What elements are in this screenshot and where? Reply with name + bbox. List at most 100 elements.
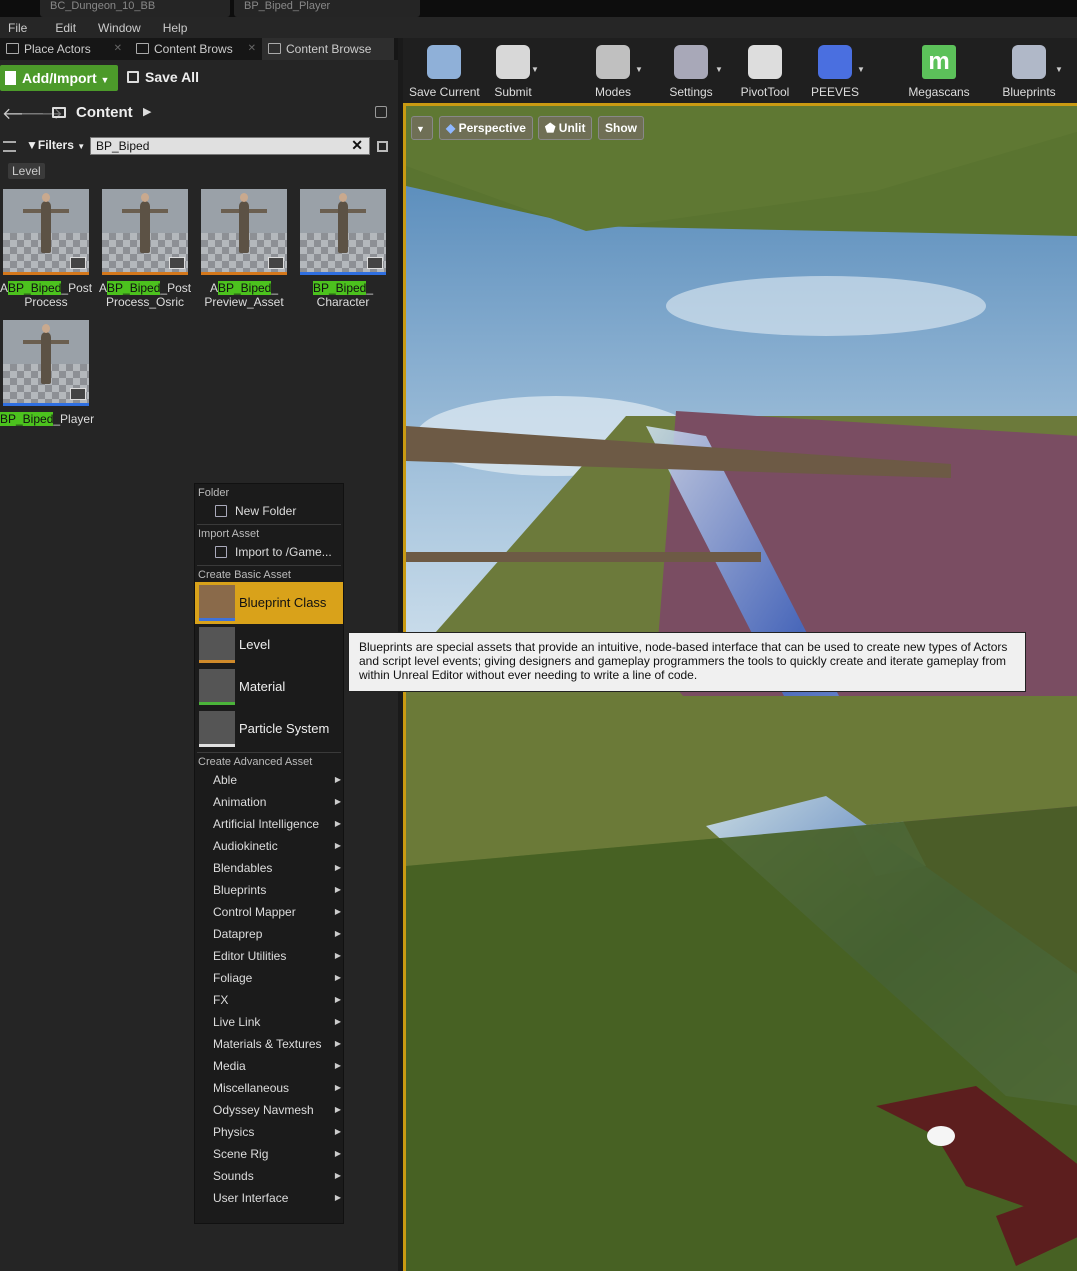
- submenu-arrow-icon: ▶: [334, 841, 341, 850]
- clear-search-icon[interactable]: ✕: [351, 137, 363, 153]
- advanced-category-fx[interactable]: FX ▶: [195, 989, 343, 1011]
- advanced-category-blueprints[interactable]: Blueprints ▶: [195, 879, 343, 901]
- basic-asset-blueprint-class[interactable]: Blueprint Class: [195, 582, 343, 624]
- view-mode-button[interactable]: ⬟ Unlit: [538, 116, 593, 140]
- document-tab-blueprint[interactable]: BP_Biped_Player: [234, 0, 420, 17]
- advanced-category-label: Foliage: [213, 971, 253, 985]
- menu-help[interactable]: Help: [158, 21, 193, 35]
- search-input[interactable]: BP_Biped ✕: [90, 137, 370, 155]
- advanced-category-label: Sounds: [213, 1169, 254, 1183]
- toolbar-button-label: PEEVES: [810, 85, 860, 99]
- asset-label-line2: Process_Osric: [105, 295, 185, 309]
- submenu-arrow-icon: ▶: [334, 995, 341, 1004]
- path-chevron-icon[interactable]: ▶: [143, 105, 151, 118]
- perspective-button[interactable]: ◆ Perspective: [439, 116, 533, 140]
- advanced-category-physics[interactable]: Physics ▶: [195, 1121, 343, 1143]
- import-item[interactable]: Import to /Game...: [195, 541, 343, 563]
- toolbar-button-blueprints[interactable]: ▼ Blueprints: [997, 41, 1063, 99]
- close-icon[interactable]: ✕: [114, 38, 122, 60]
- toolbar-button-peeves[interactable]: ▼ PEEVES: [807, 41, 865, 99]
- asset-tile[interactable]: ABP_Biped_ Preview_Asset: [201, 189, 289, 309]
- viewport-options-button[interactable]: ▼: [411, 116, 433, 140]
- advanced-category-materials-textures[interactable]: Materials & Textures ▶: [195, 1033, 343, 1055]
- sources-toggle-icon[interactable]: [3, 141, 16, 152]
- toolbar-button-submit[interactable]: ▼ Submit: [489, 41, 539, 99]
- basic-asset-label: Material: [239, 679, 286, 694]
- chevron-down-icon[interactable]: ▼: [1055, 65, 1063, 74]
- document-tab-level[interactable]: BC_Dungeon_10_BB: [40, 0, 230, 17]
- advanced-category-foliage[interactable]: Foliage ▶: [195, 967, 343, 989]
- chevron-down-icon[interactable]: ▼: [531, 65, 539, 74]
- basic-asset-material[interactable]: Material: [195, 666, 343, 708]
- advanced-category-scene-rig[interactable]: Scene Rig ▶: [195, 1143, 343, 1165]
- toolbar-button-label: PivotTool: [740, 85, 790, 99]
- menu-file[interactable]: File: [3, 21, 32, 35]
- chevron-down-icon: ▼: [77, 142, 86, 151]
- character-head: [141, 193, 149, 202]
- asset-tile[interactable]: ABP_Biped_Post Process_Osric: [99, 189, 191, 309]
- add-import-button[interactable]: Add/Import ▼: [0, 65, 118, 91]
- advanced-category-artificial-intelligence[interactable]: Artificial Intelligence ▶: [195, 813, 343, 835]
- basic-asset-level[interactable]: Level: [195, 624, 343, 666]
- asset-type-strip: [201, 272, 287, 275]
- chevron-down-icon: ▼: [100, 75, 110, 85]
- close-icon[interactable]: ✕: [248, 38, 256, 60]
- advanced-category-live-link[interactable]: Live Link ▶: [195, 1011, 343, 1033]
- save-all-button[interactable]: Save All: [127, 69, 199, 85]
- toolbar-button-settings[interactable]: ▼ Settings: [661, 41, 723, 99]
- asset-tile[interactable]: BP_Biped_ Character: [300, 189, 388, 309]
- unreal-editor-window: BC_Dungeon_10_BB BP_Biped_Player File Ed…: [0, 0, 1077, 1271]
- advanced-category-media[interactable]: Media ▶: [195, 1055, 343, 1077]
- chevron-down-icon[interactable]: ▼: [857, 65, 865, 74]
- new-folder-icon: [215, 505, 227, 517]
- asset-tile[interactable]: BP_Biped_Player: [0, 320, 95, 426]
- asset-label: ABP_Biped_Post Process_Osric: [99, 281, 191, 309]
- advanced-category-sounds[interactable]: Sounds ▶: [195, 1165, 343, 1187]
- save-search-icon[interactable]: [377, 141, 388, 152]
- breadcrumb-content[interactable]: Content: [76, 104, 133, 121]
- toolbar-button-modes[interactable]: ▼ Modes: [585, 41, 643, 99]
- tab-label: Content Brows: [154, 42, 233, 56]
- advanced-category-control-mapper[interactable]: Control Mapper ▶: [195, 901, 343, 923]
- advanced-category-miscellaneous[interactable]: Miscellaneous ▶: [195, 1077, 343, 1099]
- toolbar-button-pivottool[interactable]: PivotTool: [733, 41, 797, 99]
- advanced-category-dataprep[interactable]: Dataprep ▶: [195, 923, 343, 945]
- add-import-label: Add/Import: [22, 70, 97, 86]
- filters-button[interactable]: ▼Filters ▼: [26, 138, 85, 152]
- unlit-shield-icon: ⬟: [545, 121, 556, 135]
- character-head: [42, 193, 50, 202]
- chevron-down-icon[interactable]: ▼: [715, 65, 723, 74]
- import-icon: [215, 546, 227, 558]
- advanced-category-odyssey-navmesh[interactable]: Odyssey Navmesh ▶: [195, 1099, 343, 1121]
- asset-label-suffix: _: [271, 281, 279, 295]
- chevron-down-icon[interactable]: ▼: [635, 65, 643, 74]
- advanced-category-editor-utilities[interactable]: Editor Utilities ▶: [195, 945, 343, 967]
- advanced-category-label: Dataprep: [213, 927, 263, 941]
- asset-label-prefix: A: [209, 281, 218, 295]
- toolbar-button-megascans[interactable]: m Megascans: [903, 41, 975, 99]
- tab-label: Place Actors: [24, 42, 91, 56]
- filter-chip-level[interactable]: Level: [8, 163, 45, 179]
- section-header-import: Import Asset: [198, 528, 260, 540]
- asset-label-line2: Preview_Asset: [204, 295, 284, 309]
- show-button[interactable]: Show: [598, 116, 644, 140]
- menu-window[interactable]: Window: [93, 21, 146, 35]
- lock-icon[interactable]: [375, 106, 387, 118]
- asset-label-suffix: _Player: [53, 412, 95, 426]
- asset-type-icon: [199, 711, 235, 747]
- tab-place-actors[interactable]: Place Actors ✕: [0, 38, 126, 60]
- menu-edit[interactable]: Edit: [50, 21, 81, 35]
- asset-tile[interactable]: ABP_Biped_Post Process: [0, 189, 92, 309]
- tab-content-browser-1[interactable]: Content Brows ✕: [130, 38, 260, 60]
- asset-label-suffix: _Post: [160, 281, 192, 295]
- advanced-category-audiokinetic[interactable]: Audiokinetic ▶: [195, 835, 343, 857]
- advanced-category-animation[interactable]: Animation ▶: [195, 791, 343, 813]
- new-folder-label: New Folder: [235, 504, 297, 518]
- tab-content-browser-2[interactable]: Content Browse: [262, 38, 394, 60]
- toolbar-button-save-current[interactable]: Save Current: [409, 41, 480, 99]
- basic-asset-particle-system[interactable]: Particle System: [195, 708, 343, 750]
- advanced-category-able[interactable]: Able ▶: [195, 769, 343, 791]
- new-folder-item[interactable]: New Folder: [195, 500, 343, 522]
- advanced-category-blendables[interactable]: Blendables ▶: [195, 857, 343, 879]
- advanced-category-user-interface[interactable]: User Interface ▶: [195, 1187, 343, 1209]
